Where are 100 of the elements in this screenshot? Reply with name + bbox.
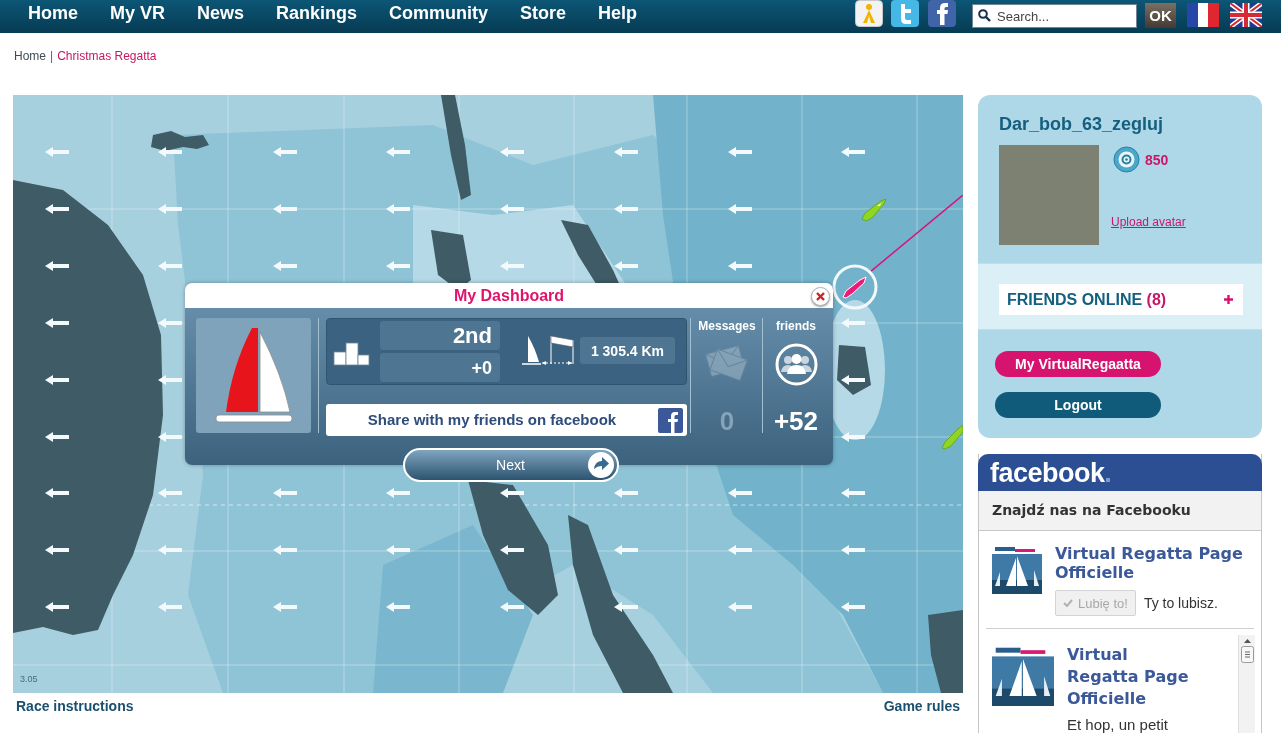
- boat-icon: [940, 424, 963, 450]
- breadcrumb-link[interactable]: Home: [14, 49, 46, 63]
- my-account-button[interactable]: My VirtualRegaatta: [995, 351, 1161, 377]
- wind-arrow-icon: [158, 318, 182, 328]
- plus-icon: [1224, 295, 1233, 304]
- wind-arrow-icon: [45, 204, 69, 214]
- podium-icon: [333, 340, 370, 366]
- nav-link[interactable]: Help: [598, 3, 638, 23]
- wind-arrow-icon: [273, 545, 297, 555]
- f-logo-icon: [658, 407, 683, 433]
- wind-arrow-icon: [45, 602, 69, 612]
- wind-arrow-icon: [614, 545, 638, 555]
- wind-arrow-icon: [728, 147, 752, 157]
- wind-arrow-icon: [500, 261, 524, 271]
- wind-arrow-icon: [273, 488, 297, 498]
- wind-arrow-icon: [500, 204, 524, 214]
- wind-arrow-icon: [614, 147, 638, 157]
- version-label: 3.05: [20, 674, 38, 685]
- search-field[interactable]: Search...: [972, 4, 1137, 28]
- wind-arrow-icon: [158, 488, 182, 498]
- wind-arrow-icon: [158, 602, 182, 612]
- messages-label: Messages: [698, 319, 756, 333]
- nav-link[interactable]: Store: [520, 3, 567, 23]
- person-icon[interactable]: [855, 0, 883, 27]
- wind-arrow-icon: [273, 261, 297, 271]
- wind-arrow-icon: [728, 204, 752, 214]
- wind-arrow-icon: [841, 602, 865, 612]
- points-value: 850: [1145, 151, 1169, 168]
- wind-arrow-icon: [45, 545, 69, 555]
- scrollbar-thumb[interactable]: [1240, 646, 1254, 663]
- breadcrumb-link[interactable]: Christmas Regatta: [57, 49, 157, 63]
- f-logo-icon[interactable]: [928, 0, 956, 27]
- facebook-heading: Znajdź nas na Facebooku: [992, 502, 1191, 519]
- french-flag-icon[interactable]: [1187, 3, 1219, 27]
- wind-arrow-icon: [158, 432, 182, 442]
- wind-arrow-icon: [386, 204, 410, 214]
- island: [837, 345, 871, 395]
- wind-arrow-icon: [45, 261, 69, 271]
- distance-field: 1 305.4 Km: [580, 337, 675, 364]
- wind-arrow-icon: [500, 602, 524, 612]
- wind-arrow-icon: [728, 602, 752, 612]
- wind-arrow-icon: [386, 261, 410, 271]
- wind-arrow-icon: [386, 545, 410, 555]
- wind-arrow-icon: [500, 488, 524, 498]
- check-icon: [1063, 599, 1073, 607]
- next-button[interactable]: Next: [403, 448, 619, 482]
- like-status: Ty to lubisz.: [1143, 595, 1218, 611]
- wind-arrow-icon: [728, 261, 752, 271]
- page-thumbnail[interactable]: [992, 644, 1054, 706]
- search-button[interactable]: OK: [1145, 3, 1176, 28]
- rank-field: 2nd: [380, 321, 500, 350]
- page-thumbnail[interactable]: [992, 544, 1042, 594]
- wind-arrow-icon: [386, 147, 410, 157]
- friends-icon[interactable]: [774, 343, 818, 386]
- british-flag-icon[interactable]: [1230, 3, 1262, 27]
- wind-arrow-icon: [614, 261, 638, 271]
- nav-link[interactable]: Rankings: [276, 3, 358, 23]
- map-footer-link[interactable]: Game rules: [883, 698, 960, 714]
- wind-arrow-icon: [386, 488, 410, 498]
- rank-change-field: +0: [380, 353, 500, 382]
- nav-link[interactable]: News: [197, 3, 245, 23]
- wind-arrow-icon: [158, 545, 182, 555]
- wind-arrow-icon: [273, 147, 297, 157]
- wind-arrow-icon: [158, 204, 182, 214]
- wind-arrow-icon: [45, 318, 69, 328]
- logout-button[interactable]: Logout: [995, 392, 1161, 418]
- friends-label: friends: [776, 319, 816, 333]
- map-footer-link[interactable]: Race instructions: [16, 698, 134, 714]
- friends-online-toggle[interactable]: FRIENDS ONLINE (8): [999, 284, 1243, 315]
- close-icon: [816, 292, 825, 301]
- nav-link[interactable]: My VR: [110, 3, 166, 23]
- wind-arrow-icon: [45, 488, 69, 498]
- arrow-right-icon: [588, 452, 614, 478]
- post-author-link[interactable]: Virtual Regatta Page Officielle: [1067, 644, 1195, 710]
- wind-arrow-icon: [614, 602, 638, 612]
- wind-arrow-icon: [841, 432, 865, 442]
- wind-arrow-icon: [158, 261, 182, 271]
- page-name-link[interactable]: Virtual Regatta Page Officielle: [1055, 544, 1247, 582]
- share-button[interactable]: Share with my friends on facebook: [326, 404, 687, 436]
- facebook-logo: facebook: [990, 457, 1105, 488]
- scroll-up-icon[interactable]: [1243, 639, 1251, 643]
- badge-icon: [1113, 146, 1140, 173]
- wind-arrow-icon: [841, 488, 865, 498]
- wind-arrow-icon: [45, 432, 69, 442]
- finish-line-icon: [519, 334, 576, 367]
- upload-avatar-link[interactable]: Upload avatar: [1111, 215, 1186, 229]
- island: [151, 131, 209, 151]
- wind-arrow-icon: [614, 488, 638, 498]
- wind-arrow-icon: [45, 147, 69, 157]
- wind-arrow-icon: [841, 147, 865, 157]
- t-logo-icon[interactable]: [891, 0, 919, 27]
- breadcrumb-separator: |: [50, 49, 54, 63]
- wind-arrow-icon: [386, 602, 410, 612]
- wind-arrow-icon: [614, 204, 638, 214]
- scrollbar[interactable]: [1238, 635, 1255, 733]
- wind-arrow-icon: [841, 375, 865, 385]
- nav-link[interactable]: Home: [28, 3, 78, 23]
- nav-link[interactable]: Community: [389, 3, 489, 23]
- friends-count: +52: [773, 406, 819, 436]
- wind-arrow-icon: [500, 147, 524, 157]
